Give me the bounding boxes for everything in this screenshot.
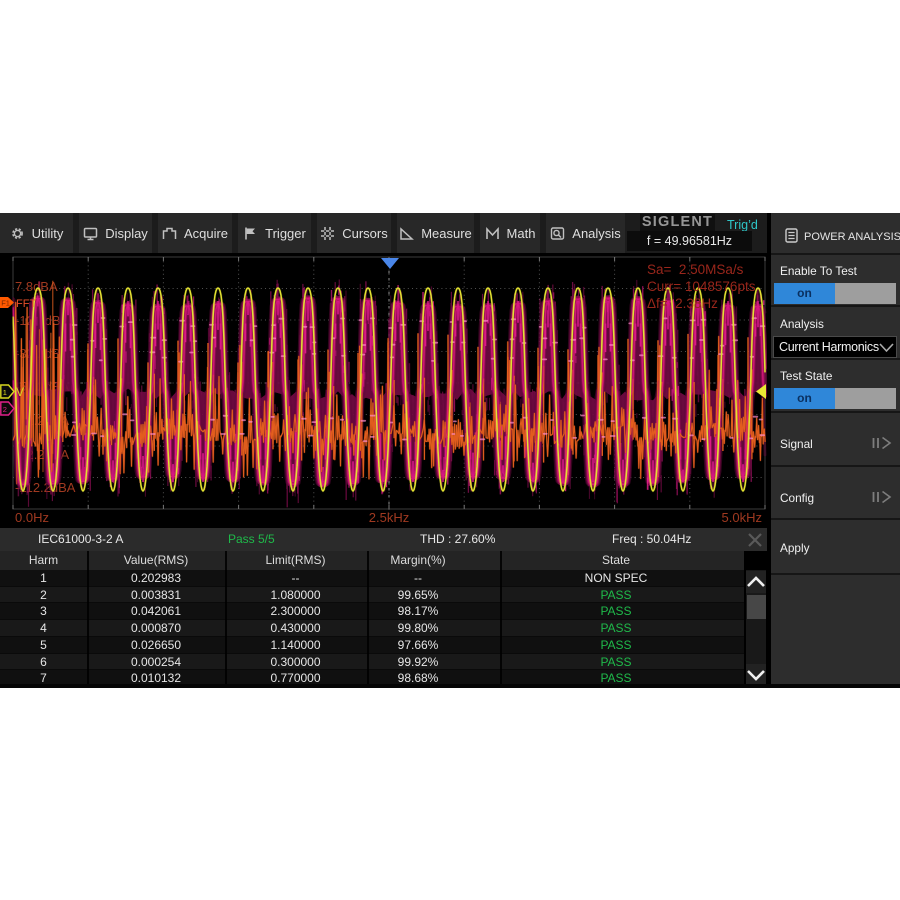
svg-text:Sa= 2.50MSa/s: Sa= 2.50MSa/s	[647, 262, 744, 277]
svg-text:2: 2	[3, 405, 7, 414]
svg-text:Curr= 1048576pts: Curr= 1048576pts	[647, 279, 756, 294]
svg-text:0.0Hz: 0.0Hz	[15, 510, 49, 525]
svg-text:5.0kHz: 5.0kHz	[722, 510, 762, 525]
svg-text:V: V	[16, 385, 24, 399]
svg-text:Δf= 2.38Hz: Δf= 2.38Hz	[647, 296, 718, 311]
svg-text:F1: F1	[1, 299, 10, 308]
svg-text:FFT: FFT	[16, 298, 36, 310]
svg-text:2.5kHz: 2.5kHz	[369, 510, 409, 525]
svg-text:1: 1	[3, 388, 7, 397]
